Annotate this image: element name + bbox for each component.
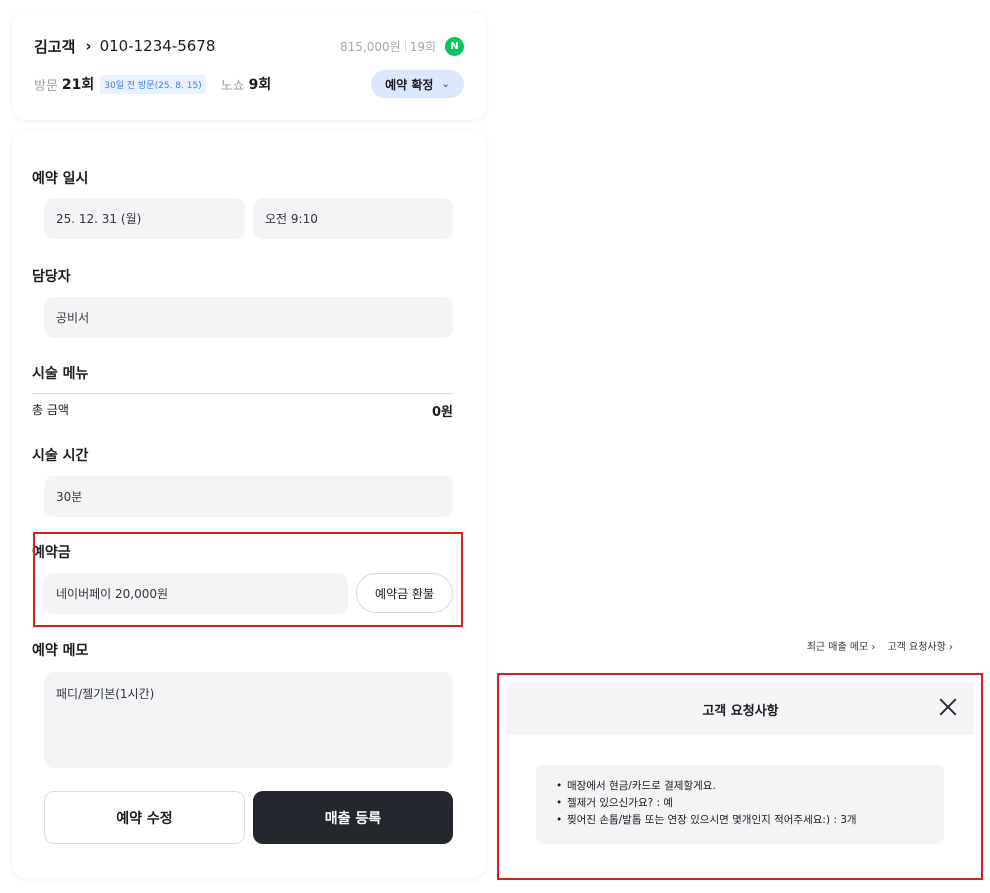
list-item: 찢어진 손톱/발톱 또는 연장 있으시면 몇개인지 적어주세요:) : 3개 bbox=[556, 812, 944, 829]
deposit-field: 네이버페이 20,000원 bbox=[44, 573, 348, 614]
last-visit-badge: 30일 전 방문(25. 8. 15) bbox=[100, 74, 206, 94]
status-label: 예약 확정 bbox=[385, 77, 434, 92]
time-field[interactable]: 오전 9:10 bbox=[253, 198, 453, 239]
customer-summary-row: 김고객 › 010-1234-5678 815,000원 19회 N bbox=[34, 34, 464, 58]
noshow-label: 노쇼 bbox=[220, 78, 245, 94]
visits-label: 방문 bbox=[34, 78, 58, 94]
menu-divider bbox=[32, 393, 453, 394]
memo-links: 최근 매출 메모 › 고객 요청사항 › bbox=[807, 638, 953, 653]
register-sales-button[interactable]: 매출 등록 bbox=[253, 791, 453, 844]
chevron-right-icon[interactable]: › bbox=[85, 37, 91, 55]
date-section-title: 예약 일시 bbox=[32, 171, 89, 187]
customer-request-link[interactable]: 고객 요청사항 › bbox=[887, 638, 953, 653]
customer-phone: 010-1234-5678 bbox=[99, 37, 216, 55]
customer-stats: 815,000원 19회 N bbox=[340, 36, 464, 56]
deposit-refund-button[interactable]: 예약금 환불 bbox=[356, 573, 453, 613]
customer-request-modal: 고객 요청사항 매장에서 현금/카드로 결제할게요. 젤제거 있으신가요? : … bbox=[507, 683, 974, 867]
total-amount-row: 총 금액 0원 bbox=[32, 401, 453, 420]
total-label: 총 금액 bbox=[32, 403, 69, 417]
duration-section-title: 시술 시간 bbox=[32, 448, 89, 464]
deposit-section-title: 예약금 bbox=[32, 545, 71, 561]
total-value: 0원 bbox=[431, 405, 453, 420]
list-item: 젤제거 있으신가요? : 예 bbox=[556, 795, 944, 812]
visit-count-short: 19회 bbox=[409, 39, 436, 54]
memo-section-title: 예약 메모 bbox=[32, 643, 89, 659]
divider bbox=[404, 40, 406, 52]
close-icon[interactable] bbox=[938, 697, 958, 717]
noshow-value: 9회 bbox=[248, 77, 272, 93]
modal-title: 고객 요청사항 bbox=[702, 703, 779, 719]
reservation-status-dropdown[interactable]: 예약 확정 ⌄ bbox=[371, 70, 464, 98]
customer-visit-row: 방문 21회 30일 전 방문(25. 8. 15) 노쇼 9회 예약 확정 ⌄ bbox=[34, 70, 464, 98]
duration-field[interactable]: 30분 bbox=[44, 476, 453, 517]
date-field[interactable]: 25. 12. 31 (월) bbox=[44, 198, 245, 239]
memo-textarea[interactable]: 패디/젤기본(1시간) bbox=[44, 672, 453, 768]
visits-value: 21회 bbox=[61, 77, 95, 93]
edit-reservation-button[interactable]: 예약 수정 bbox=[44, 791, 245, 844]
list-item: 매장에서 현금/카드로 결제할게요. bbox=[556, 778, 944, 795]
request-list: 매장에서 현금/카드로 결제할게요. 젤제거 있으신가요? : 예 찢어진 손톱… bbox=[536, 765, 944, 844]
modal-header: 고객 요청사항 bbox=[507, 683, 974, 735]
recent-sales-memo-link[interactable]: 최근 매출 메모 › bbox=[807, 638, 876, 653]
staff-field[interactable]: 공비서 bbox=[44, 297, 453, 338]
chevron-down-icon: ⌄ bbox=[441, 78, 450, 90]
naver-icon: N bbox=[445, 36, 464, 56]
customer-name[interactable]: 김고객 bbox=[34, 36, 75, 57]
menu-section-title: 시술 메뉴 bbox=[32, 366, 89, 382]
staff-section-title: 담당자 bbox=[32, 269, 71, 285]
total-spent: 815,000원 bbox=[340, 39, 401, 54]
customer-header-card: 김고객 › 010-1234-5678 815,000원 19회 N 방문 21… bbox=[12, 12, 486, 120]
